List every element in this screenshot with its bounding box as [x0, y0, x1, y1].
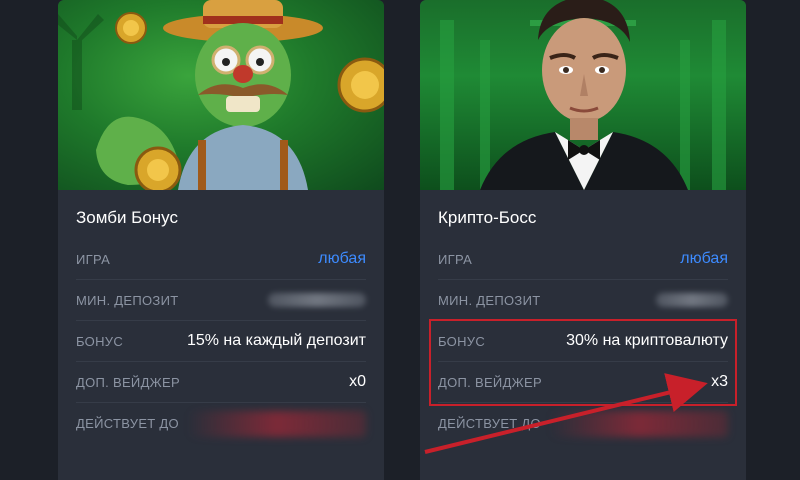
- blurred-value: [188, 410, 366, 437]
- row-label: ИГРА: [76, 251, 111, 267]
- game-link[interactable]: любая: [680, 250, 728, 268]
- row-value: 15% на каждый депозит: [186, 332, 366, 349]
- card-title: Крипто-Босс: [438, 208, 537, 227]
- row-label: ДОП. ВЕЙДЖЕР: [76, 374, 180, 390]
- row-valid-until: ДЕЙСТВУЕТ ДО: [438, 403, 728, 444]
- row-min-deposit: МИН. ДЕПОЗИТ: [438, 280, 728, 321]
- row-bonus: БОНУС 30% на криптовалюту: [438, 321, 728, 362]
- row-valid-until: ДЕЙСТВУЕТ ДО: [76, 403, 366, 444]
- blurred-value: [550, 410, 728, 437]
- game-link[interactable]: любая: [318, 250, 366, 268]
- zombie-farmer-art: [58, 0, 384, 190]
- row-label: ДОП. ВЕЙДЖЕР: [438, 374, 542, 390]
- bonus-card-zombie[interactable]: Зомби Бонус ИГРА любая МИН. ДЕПОЗИТ БОНУ…: [58, 0, 384, 480]
- row-value: 30% на криптовалюту: [566, 332, 728, 349]
- card-title: Зомби Бонус: [76, 208, 178, 227]
- bonus-card-crypto-boss[interactable]: Крипто-Босс ИГРА любая МИН. ДЕПОЗИТ БОНУ…: [420, 0, 746, 480]
- bonus-cards-page: Зомби Бонус ИГРА любая МИН. ДЕПОЗИТ БОНУ…: [0, 0, 800, 480]
- row-game: ИГРА любая: [76, 239, 366, 280]
- row-value: x3: [711, 373, 728, 390]
- row-label: ДЕЙСТВУЕТ ДО: [438, 416, 541, 431]
- row-bonus: БОНУС 15% на каждый депозит: [76, 321, 366, 362]
- blurred-value: [656, 293, 728, 307]
- blurred-value: [268, 293, 366, 307]
- row-wager: ДОП. ВЕЙДЖЕР x3: [438, 362, 728, 403]
- row-label: ИГРА: [438, 251, 473, 267]
- row-label: МИН. ДЕПОЗИТ: [438, 292, 541, 308]
- row-min-deposit: МИН. ДЕПОЗИТ: [76, 280, 366, 321]
- row-label: БОНУС: [76, 333, 124, 349]
- row-wager: ДОП. ВЕЙДЖЕР x0: [76, 362, 366, 403]
- row-label: БОНУС: [438, 333, 486, 349]
- row-label: ДЕЙСТВУЕТ ДО: [76, 416, 179, 431]
- tuxedo-man-art: [420, 0, 746, 190]
- row-game: ИГРА любая: [438, 239, 728, 280]
- row-value: x0: [349, 373, 366, 390]
- gold-coin-icon: [115, 12, 147, 44]
- row-label: МИН. ДЕПОЗИТ: [76, 292, 179, 308]
